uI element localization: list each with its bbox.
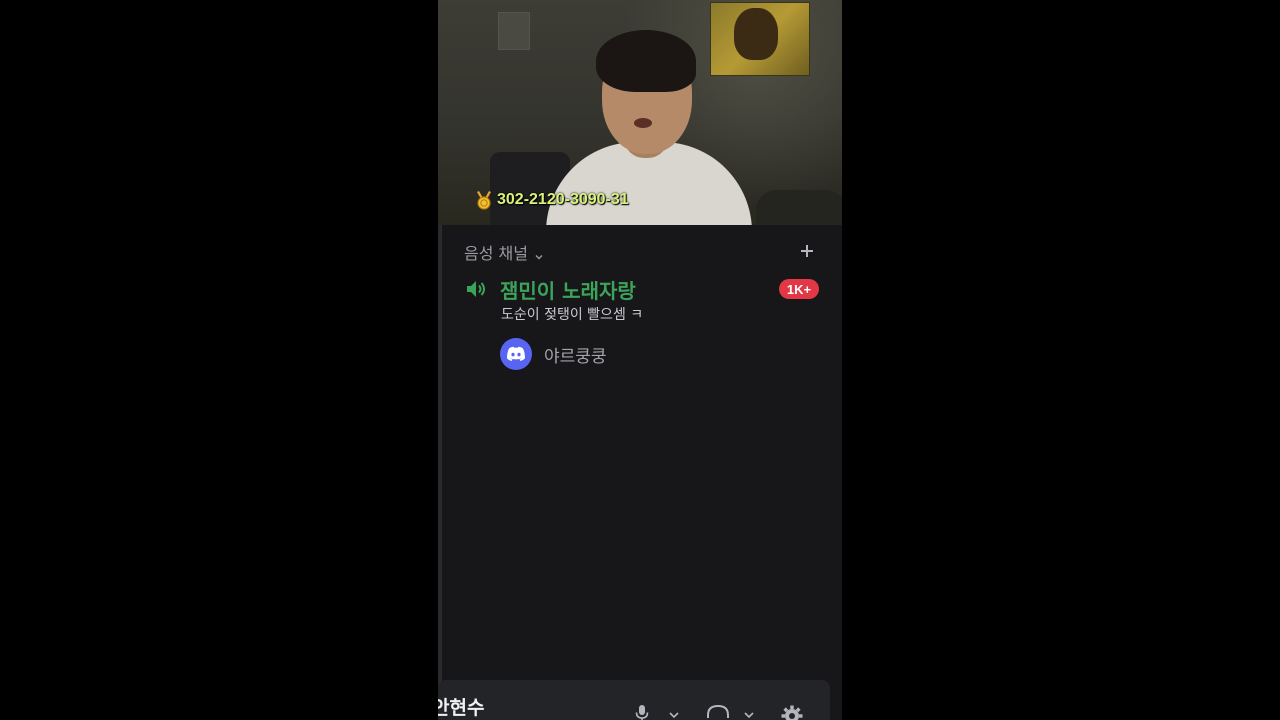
voice-channel-status: 도순이 젖탱이 빨으셈 ㅋ (501, 307, 644, 323)
speaker-icon (464, 277, 488, 301)
mention-count-badge: 1K+ (779, 279, 819, 299)
medal-icon (474, 190, 494, 210)
chevron-down-icon (744, 712, 754, 719)
deafen-button[interactable] (705, 704, 731, 720)
microphone-icon (635, 705, 649, 720)
chevron-down-icon (534, 247, 544, 260)
mic-options-chevron[interactable] (668, 710, 680, 720)
plus-icon (801, 245, 813, 257)
voice-channel-item[interactable]: 잼민이 노래자랑 (464, 274, 820, 304)
server-rail-edge (438, 225, 442, 720)
app-frame: 302-2120-3090-31 음성 채널 잼민이 노래자랑 1K+ 도순이 … (438, 0, 842, 720)
mute-button[interactable] (634, 704, 650, 720)
chevron-down-icon (669, 712, 679, 719)
category-label: 음성 채널 (464, 244, 528, 263)
wall-poster-left (498, 12, 530, 50)
voice-member-name: 야르쿵쿵 (544, 346, 607, 367)
chair-right (756, 190, 842, 225)
streamer-mouth (634, 118, 652, 128)
audio-options-chevron[interactable] (743, 710, 755, 720)
voice-member-item[interactable]: 야르쿵쿵 (500, 338, 607, 370)
donation-code: 302-2120-3090-31 (497, 191, 629, 208)
add-channel-button[interactable] (796, 240, 818, 262)
voice-channel-name: 잼민이 노래자랑 (500, 278, 636, 303)
poster-face (734, 8, 778, 60)
gear-icon (781, 705, 803, 720)
donation-overlay: 302-2120-3090-31 (474, 190, 629, 210)
webcam-overlay: 302-2120-3090-31 (438, 0, 842, 225)
username[interactable]: 안현수 (438, 693, 484, 720)
avatar (500, 338, 532, 370)
headset-icon (707, 704, 729, 718)
discord-logo-icon (507, 346, 525, 361)
category-header[interactable]: 음성 채널 (464, 240, 544, 264)
streamer-hair (596, 30, 696, 92)
user-settings-button[interactable] (780, 704, 804, 720)
